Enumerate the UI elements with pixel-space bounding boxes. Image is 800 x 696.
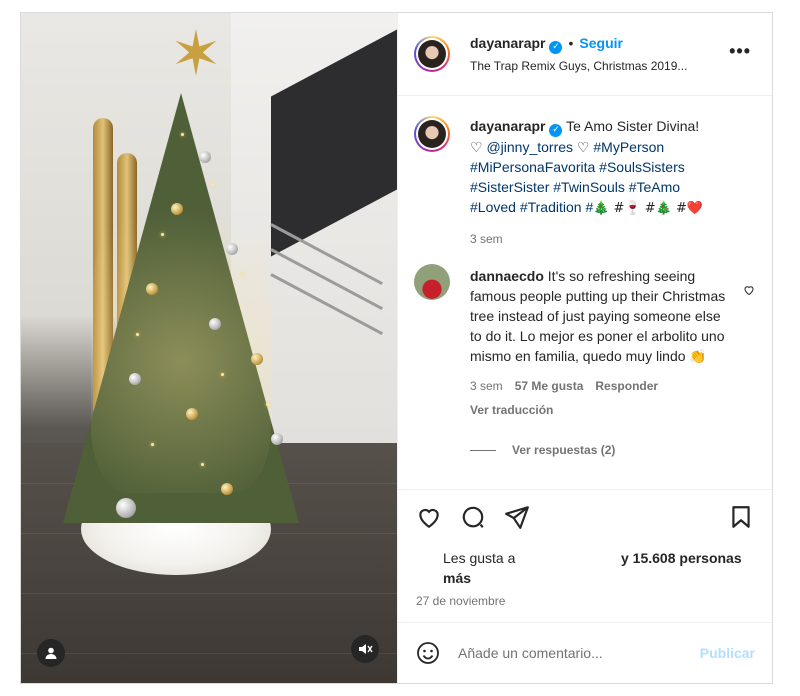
ornament — [271, 433, 283, 445]
replies-divider — [470, 449, 496, 451]
ornament — [226, 243, 238, 255]
tree-light — [221, 373, 224, 376]
reply-button[interactable]: Responder — [595, 379, 658, 393]
tree-light — [151, 443, 154, 446]
caption-username[interactable]: dayanarapr — [470, 118, 545, 134]
tree-light — [181, 133, 184, 136]
user-icon — [45, 647, 57, 659]
comment-time: 3 sem — [470, 379, 503, 393]
hashtag-link[interactable]: #MiPersonaFavorita #SoulsSisters — [470, 159, 685, 175]
mute-button[interactable] — [351, 635, 379, 663]
ornament — [186, 408, 198, 420]
emoji-icon[interactable] — [416, 641, 440, 665]
tree-light — [161, 233, 164, 236]
comment-icon[interactable] — [460, 504, 486, 530]
caption: dayanarapr ✓ Te Amo Sister Divina! ♡ @jin… — [470, 116, 745, 249]
separator-dot: • — [568, 35, 574, 51]
audio-subtitle[interactable]: The Trap Remix Guys, Christmas 2019... — [470, 59, 687, 73]
view-replies-button[interactable]: Ver respuestas (2) — [470, 440, 735, 460]
verified-badge-icon: ✓ — [549, 124, 563, 137]
likes-more[interactable]: más — [443, 570, 471, 586]
tree-light — [241, 273, 244, 276]
likes-prefix: Les gusta a — [443, 550, 516, 566]
ornament — [251, 353, 263, 365]
ornament — [116, 498, 136, 518]
mention-link[interactable]: @jinny_torres — [486, 139, 573, 155]
floor-line — [21, 593, 397, 594]
ornament — [146, 283, 158, 295]
post-side-panel: dayanarapr ✓ • Seguir The Trap Remix Guys, … — [397, 13, 772, 683]
ornament — [129, 373, 141, 385]
tree-star-icon: ✶ — [170, 17, 222, 90]
translate-link[interactable]: Ver traducción — [470, 400, 735, 420]
comment-input[interactable] — [458, 641, 688, 665]
follow-button[interactable]: Seguir — [579, 35, 623, 51]
save-bookmark-icon[interactable] — [728, 504, 754, 530]
post-actions: Les gusta a y 15.608 personas más 27 de … — [398, 489, 772, 622]
like-heart-icon[interactable] — [416, 504, 442, 530]
commenter-avatar[interactable] — [414, 264, 450, 300]
ornament — [221, 483, 233, 495]
publish-button[interactable]: Publicar — [700, 645, 755, 661]
tagged-user-button[interactable] — [37, 639, 65, 667]
comment-likes[interactable]: 57 Me gusta — [515, 379, 584, 393]
likes-count[interactable]: y 15.608 personas — [621, 550, 742, 566]
ornament — [199, 151, 211, 163]
heart-outline-icon: ♡ — [576, 139, 590, 155]
emoji-hashtags[interactable]: 🎄 #🍷 #🎄 #❤️ — [593, 201, 703, 216]
tree-light — [201, 463, 204, 466]
post-date[interactable]: 27 de noviembre — [416, 594, 505, 608]
floor-line — [21, 653, 397, 654]
comment-like-icon[interactable] — [743, 284, 755, 296]
author-line: dayanarapr ✓ • Seguir — [470, 35, 623, 54]
post-header: dayanarapr ✓ • Seguir The Trap Remix Guys, … — [398, 13, 772, 96]
comment-composer: Publicar — [398, 622, 772, 683]
hashtag-link[interactable]: #SisterSister #TwinSouls #TeAmo — [470, 179, 680, 195]
comments-area: dayanarapr ✓ Te Amo Sister Divina! ♡ @jin… — [398, 96, 772, 488]
ornament — [209, 318, 221, 330]
more-options-icon[interactable]: ••• — [729, 41, 751, 62]
author-username[interactable]: dayanarapr — [470, 35, 545, 51]
caption-avatar[interactable] — [414, 116, 450, 152]
commenter-username[interactable]: dannaecdo — [470, 268, 544, 284]
ornament — [171, 203, 183, 215]
verified-badge-icon: ✓ — [549, 41, 563, 54]
share-paper-plane-icon[interactable] — [504, 504, 530, 530]
caption-time: 3 sem — [470, 232, 503, 246]
view-replies-label: Ver respuestas (2) — [512, 443, 616, 457]
hashtag-link[interactable]: #MyPerson — [593, 139, 664, 155]
post-media[interactable]: ✶ — [21, 13, 397, 683]
tree-light — [136, 333, 139, 336]
caption-text: Te Amo Sister Divina! — [566, 118, 700, 134]
tree-light — [266, 403, 269, 406]
comment: dannaecdo It's so refreshing seeing famo… — [470, 266, 735, 460]
author-avatar[interactable] — [414, 36, 450, 72]
comment-meta: 3 sem 57 Me gusta Responder — [470, 376, 735, 396]
heart-outline-icon: ♡ — [470, 139, 483, 155]
speaker-muted-icon — [359, 644, 373, 654]
hashtag-link[interactable]: #Loved #Tradition # — [470, 199, 593, 215]
tree-light — [211, 183, 214, 186]
post-card: ✶ dayanarapr ✓ • Seguir The Trap Remix G… — [20, 12, 773, 684]
